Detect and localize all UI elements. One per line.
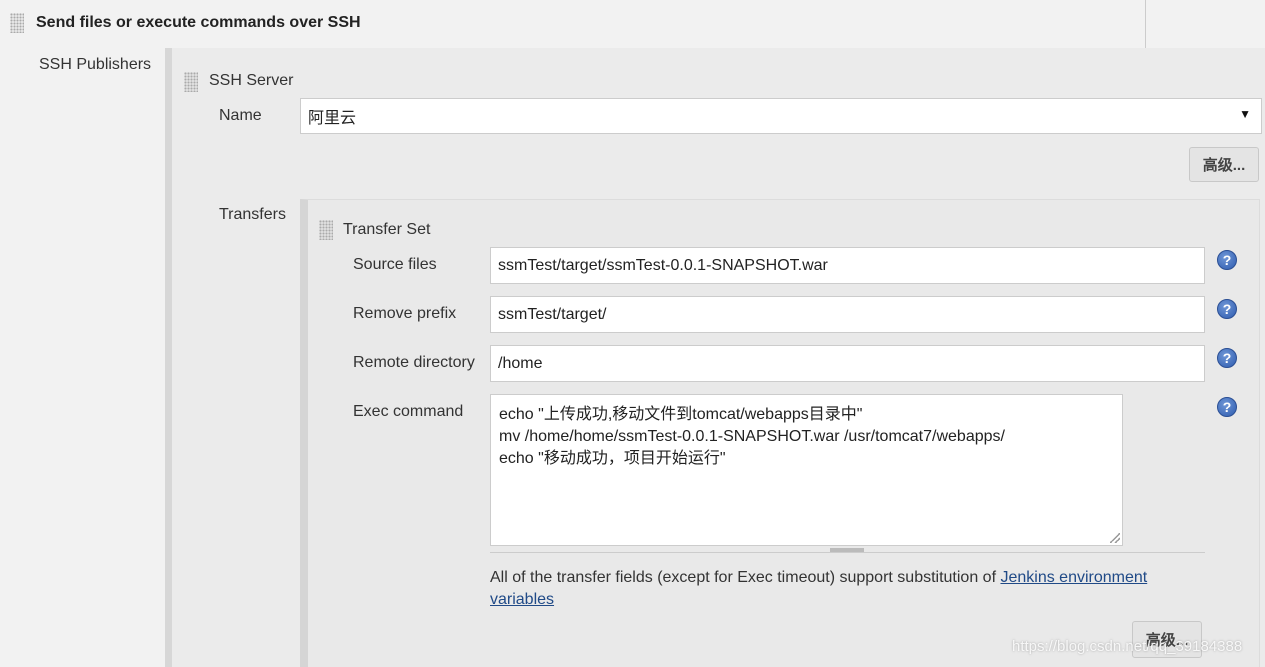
- help-icon[interactable]: ?: [1217, 397, 1237, 417]
- transfers-label: Transfers: [219, 206, 286, 223]
- ssh-server-title: SSH Server: [209, 72, 294, 89]
- transfer-set-title: Transfer Set: [343, 221, 431, 238]
- help-icon[interactable]: ?: [1217, 348, 1237, 368]
- exec-command-label: Exec command: [353, 403, 464, 420]
- exec-command-textarea[interactable]: echo "上传成功,移动文件到tomcat/webapps目录中" mv /h…: [490, 394, 1123, 546]
- name-select-value: 阿里云: [308, 110, 357, 127]
- help-icon[interactable]: ?: [1217, 299, 1237, 319]
- watermark: https://blog.csdn.net/qq_39184388: [1012, 638, 1243, 655]
- note-text: All of the transfer fields (except for E…: [490, 569, 1001, 586]
- ssh-server-advanced-button[interactable]: 高级...: [1189, 147, 1259, 182]
- transfer-set-drag-handle-icon[interactable]: [319, 220, 333, 240]
- remote-directory-input[interactable]: /home: [490, 345, 1205, 382]
- help-icon[interactable]: ?: [1217, 250, 1237, 270]
- remote-directory-value: /home: [498, 354, 543, 372]
- ssh-publishers-label: SSH Publishers: [39, 56, 152, 73]
- resize-grip-icon[interactable]: [1110, 533, 1120, 543]
- name-select[interactable]: 阿里云 ▼: [300, 98, 1262, 134]
- remove-prefix-value: ssmTest/target/: [498, 305, 607, 323]
- chevron-down-icon: ▼: [1239, 107, 1251, 121]
- substitution-note: All of the transfer fields (except for E…: [490, 567, 1180, 611]
- name-label: Name: [219, 107, 262, 124]
- remote-directory-label: Remote directory: [353, 354, 475, 371]
- remove-prefix-label: Remove prefix: [353, 305, 457, 322]
- textarea-resize-bar[interactable]: [490, 546, 1205, 553]
- source-files-label: Source files: [353, 256, 437, 273]
- drag-grip-icon[interactable]: [830, 548, 864, 552]
- ssh-server-drag-handle-icon[interactable]: [184, 72, 198, 92]
- drag-handle-icon[interactable]: [10, 13, 24, 33]
- section-title: Send files or execute commands over SSH: [36, 14, 361, 31]
- remove-prefix-input[interactable]: ssmTest/target/: [490, 296, 1205, 333]
- source-files-value: ssmTest/target/ssmTest-0.0.1-SNAPSHOT.wa…: [498, 256, 828, 274]
- source-files-input[interactable]: ssmTest/target/ssmTest-0.0.1-SNAPSHOT.wa…: [490, 247, 1205, 284]
